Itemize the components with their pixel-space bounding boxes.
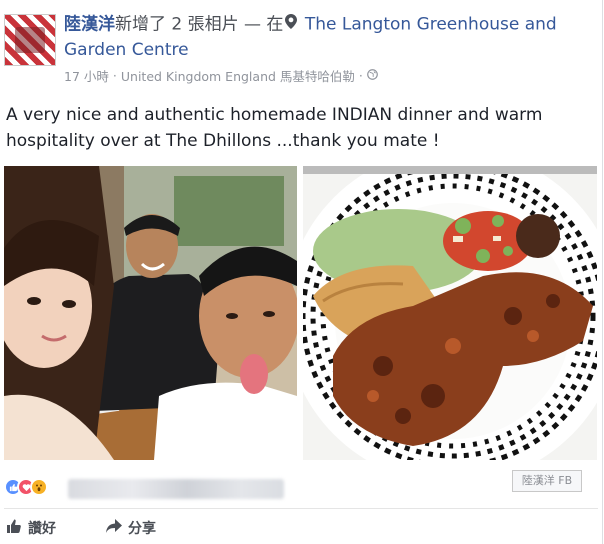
post-time[interactable]: 17 小時 (64, 66, 109, 85)
post-meta: 17 小時 · United Kingdom England 馬基特哈伯勒 · (64, 66, 378, 85)
post-location[interactable]: United Kingdom England 馬基特哈伯勒 (121, 66, 355, 85)
photo-food[interactable] (303, 166, 597, 460)
share-arrow-icon (106, 519, 122, 537)
globe-icon[interactable] (367, 68, 378, 83)
author-name[interactable]: 陸漢洋 (64, 15, 115, 35)
like-label: 讚好 (28, 521, 56, 537)
reactions-summary[interactable] (4, 478, 48, 496)
post-header: 陸漢洋新增了 2 張相片 — 在 The Langton Greenhouse … (64, 12, 594, 63)
wow-icon (30, 478, 48, 496)
reaction-names-blurred (68, 479, 284, 499)
meta-separator: · (358, 68, 363, 83)
location-pin-icon (285, 12, 298, 37)
photo-selfie[interactable] (4, 166, 297, 460)
thumbs-up-icon (6, 518, 22, 538)
author-avatar[interactable] (4, 14, 56, 66)
action-divider (4, 508, 598, 509)
share-button[interactable]: 分享 (106, 518, 156, 538)
action-text: 新增了 2 張相片 — 在 (115, 14, 284, 35)
post-caption: A very nice and authentic homemade INDIA… (6, 105, 543, 151)
source-watermark: 陸漢洋 FB (512, 470, 582, 492)
share-label: 分享 (128, 521, 156, 537)
facebook-post: 陸漢洋新增了 2 張相片 — 在 The Langton Greenhouse … (0, 0, 603, 544)
meta-separator: · (112, 68, 117, 83)
like-button[interactable]: 讚好 (6, 518, 56, 538)
